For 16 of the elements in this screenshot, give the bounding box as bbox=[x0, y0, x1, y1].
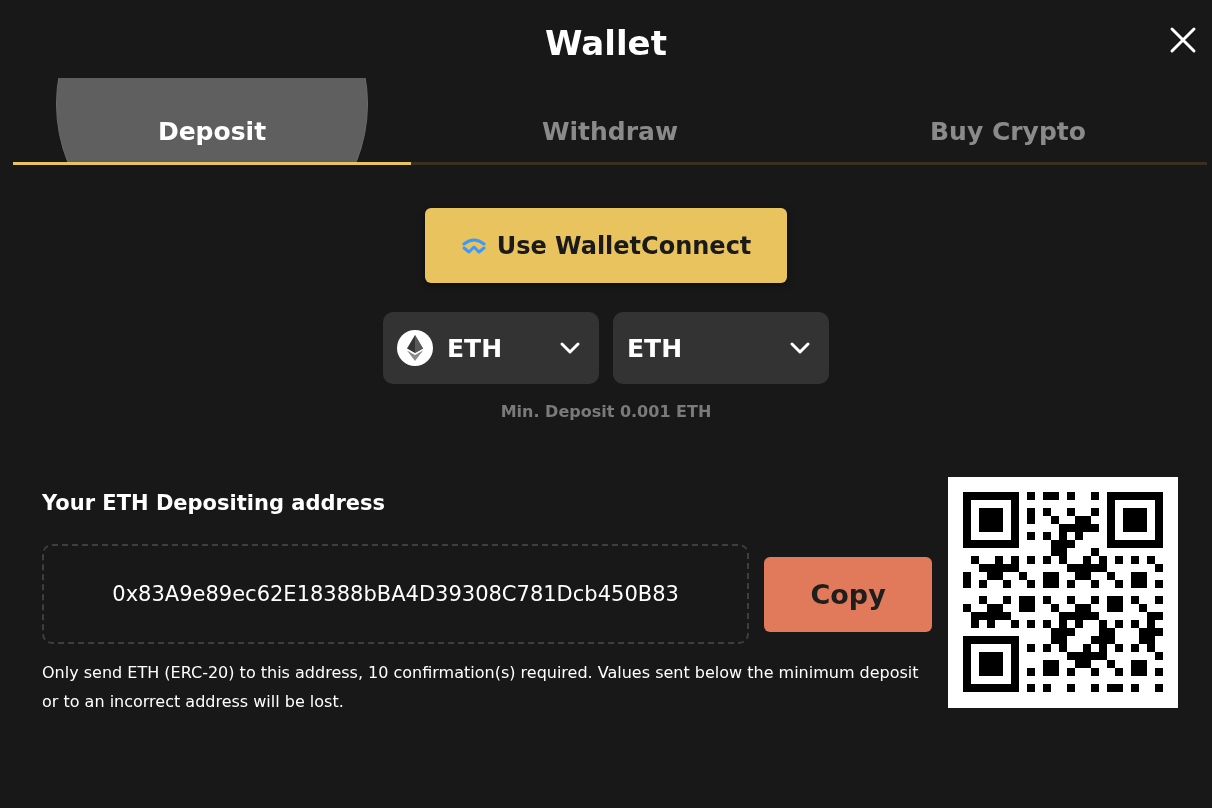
min-deposit-text: Min. Deposit 0.001 ETH bbox=[500, 402, 712, 421]
chevron-down-icon bbox=[789, 341, 811, 355]
tab[interactable]: Withdraw bbox=[411, 78, 809, 165]
address-field[interactable]: 0x83A9e89ec62E18388bBA4D39308C781Dcb450B83 bbox=[42, 544, 750, 644]
address-note: Only send ETH (ERC-20) to this address, 10 confirmation(s) required. Values sent below the minimum deposit or to an incorrect address will be lost. bbox=[42, 662, 920, 713]
close-button[interactable] bbox=[1168, 25, 1198, 55]
dropdown[interactable]: ETH bbox=[383, 312, 599, 384]
window-title: Wallet bbox=[545, 23, 667, 63]
ethereum-icon bbox=[397, 330, 433, 366]
tab[interactable]: Buy Crypto bbox=[809, 78, 1207, 165]
address-label: Your ETH Depositing address bbox=[42, 491, 387, 515]
dropdown[interactable]: ETH bbox=[613, 312, 829, 384]
chevron-down-icon bbox=[559, 341, 581, 355]
copy-button[interactable]: Copy bbox=[764, 556, 932, 632]
walletconnect-button[interactable]: Use WalletConnect bbox=[425, 208, 787, 283]
wave-icon bbox=[460, 237, 487, 254]
